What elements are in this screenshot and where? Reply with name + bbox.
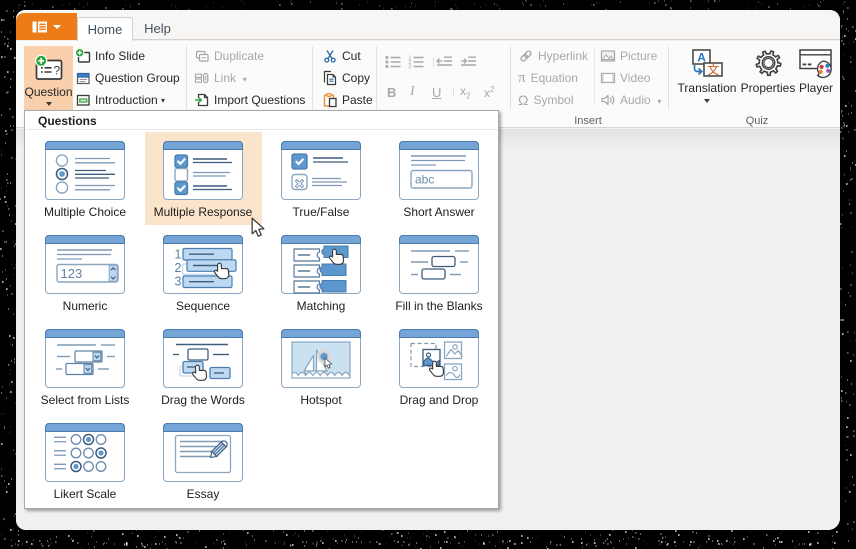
svg-text:?: ?	[53, 63, 60, 77]
svg-text:123: 123	[61, 266, 83, 281]
svg-text:abc: abc	[415, 173, 434, 187]
svg-text:3: 3	[175, 275, 182, 289]
svg-text:3: 3	[408, 65, 411, 71]
svg-text:文: 文	[707, 62, 719, 77]
svg-text:2: 2	[175, 261, 182, 275]
svg-text:1: 1	[175, 248, 182, 262]
